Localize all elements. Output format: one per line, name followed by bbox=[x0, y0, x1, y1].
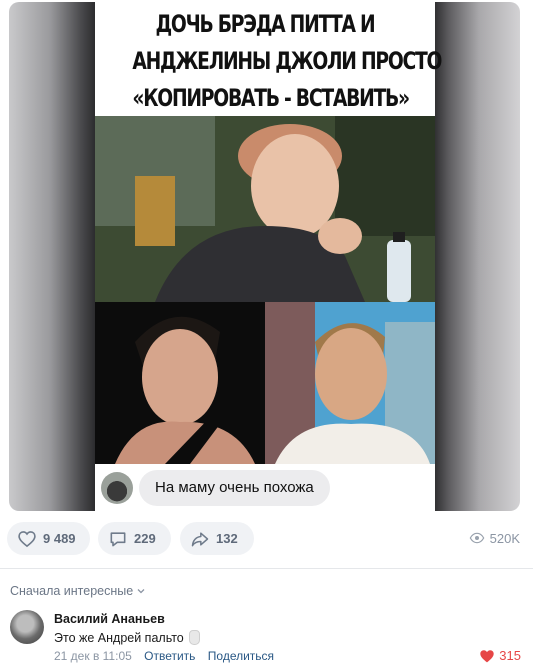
meme-title-line: ДОЧЬ БРЭДА ПИТТА И bbox=[155, 10, 375, 38]
like-count: 9 489 bbox=[43, 531, 76, 546]
chevron-down-icon bbox=[137, 589, 145, 594]
share-button[interactable]: 132 bbox=[180, 522, 254, 555]
comment: Василий Ананьев Это же Андрей пальто 21 … bbox=[0, 604, 533, 668]
views-count: 520K bbox=[489, 530, 520, 546]
like-button[interactable]: 9 489 bbox=[7, 522, 90, 555]
comment-button[interactable]: 229 bbox=[98, 522, 171, 555]
chat-bubble: На маму очень похожа bbox=[139, 470, 330, 506]
photo-brad bbox=[265, 302, 435, 464]
comment-icon bbox=[110, 531, 126, 546]
comment-author[interactable]: Василий Ананьев bbox=[54, 612, 165, 626]
comment-meta: 21 дек в 11:05 Ответить Поделиться bbox=[54, 649, 283, 663]
post-image[interactable]: ДОЧЬ БРЭДА ПИТТА И АНДЖЕЛИНЫ ДЖОЛИ ПРОСТ… bbox=[9, 2, 520, 511]
photo-angelina bbox=[95, 302, 265, 464]
share-icon bbox=[191, 531, 209, 546]
divider bbox=[0, 568, 533, 569]
meme-title: ДОЧЬ БРЭДА ПИТТА И АНДЖЕЛИНЫ ДЖОЛИ ПРОСТ… bbox=[132, 6, 442, 117]
eye-icon bbox=[469, 532, 484, 544]
comment-like-button[interactable]: 315 bbox=[479, 648, 521, 663]
photo-girl-illustration bbox=[95, 116, 435, 302]
meme-title-line: АНДЖЕЛИНЫ ДЖОЛИ ПРОСТО bbox=[132, 47, 442, 75]
post: ДОЧЬ БРЭДА ПИТТА И АНДЖЕЛИНЫ ДЖОЛИ ПРОСТ… bbox=[0, 0, 533, 668]
comment-text: Это же Андрей пальто bbox=[54, 630, 200, 645]
share-count: 132 bbox=[216, 531, 238, 546]
sort-label: Сначала интересные bbox=[10, 584, 134, 598]
views-counter: 520K bbox=[469, 530, 520, 546]
avatar bbox=[101, 472, 133, 504]
comment-count: 229 bbox=[134, 531, 156, 546]
comment-date[interactable]: 21 дек в 11:05 bbox=[54, 649, 132, 663]
photo-girl bbox=[95, 116, 435, 302]
heart-icon bbox=[18, 530, 36, 547]
meme-title-line: «КОПИРОВАТЬ - ВСТАВИТЬ» bbox=[132, 84, 410, 112]
heart-filled-icon bbox=[480, 649, 494, 662]
avatar[interactable] bbox=[10, 610, 44, 644]
photo-angelina-illustration bbox=[95, 302, 265, 464]
comment-text-body: Это же Андрей пальто bbox=[54, 630, 184, 645]
share-link[interactable]: Поделиться bbox=[208, 649, 274, 663]
post-actions: 9 489 229 132 520K bbox=[0, 522, 533, 558]
reply-link[interactable]: Ответить bbox=[144, 649, 195, 663]
comment-like-count: 315 bbox=[499, 648, 521, 663]
emoji-icon bbox=[188, 630, 200, 645]
meme-image: ДОЧЬ БРЭДА ПИТТА И АНДЖЕЛИНЫ ДЖОЛИ ПРОСТ… bbox=[95, 2, 442, 511]
photo-brad-illustration bbox=[265, 302, 435, 464]
comments-sort-dropdown[interactable]: Сначала интересные bbox=[10, 584, 146, 598]
chat-row: На маму очень похожа bbox=[95, 464, 435, 511]
